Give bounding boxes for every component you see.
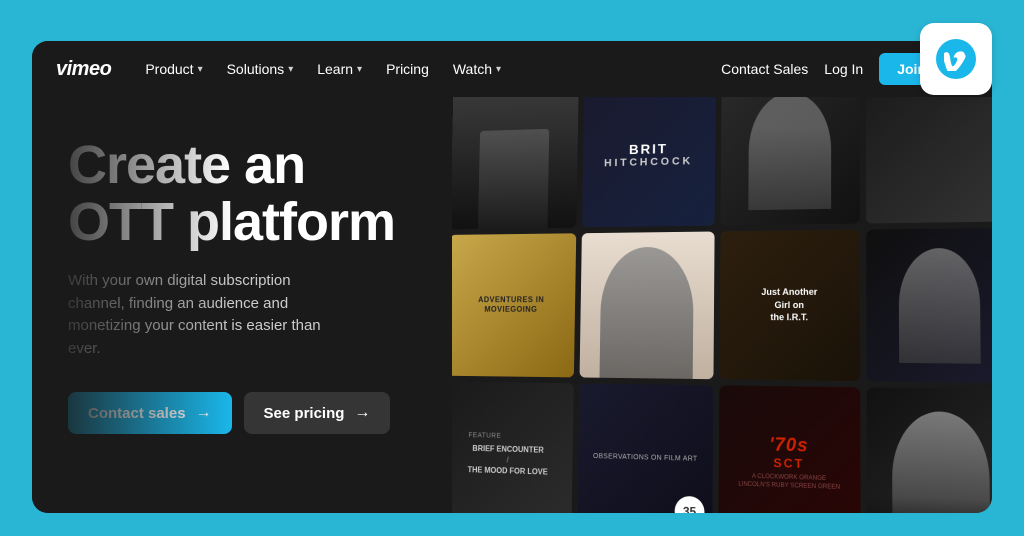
video-tile bbox=[866, 97, 992, 223]
navigation: vimeo Product ▾ Solutions ▾ Learn ▾ Pric… bbox=[32, 41, 992, 97]
arrow-icon: → bbox=[354, 404, 370, 422]
chevron-down-icon: ▾ bbox=[288, 64, 293, 75]
tile-text-brief: BRIEF ENCOUNTER/THE MOOD FOR LOVE bbox=[468, 443, 549, 478]
video-tile bbox=[867, 387, 992, 513]
tile-text-adventures: ADVENTURES IN MOVIEGOING bbox=[457, 295, 566, 315]
video-tile: ADVENTURES IN MOVIEGOING bbox=[452, 233, 576, 377]
nav-logo[interactable]: vimeo bbox=[56, 58, 111, 81]
video-tile: FEATURE BRIEF ENCOUNTER/THE MOOD FOR LOV… bbox=[452, 381, 574, 513]
video-tile: '70s SCT A CLOCKWORK ORANGELINCOLN'S RUB… bbox=[718, 385, 860, 513]
nav-item-pricing[interactable]: Pricing bbox=[376, 55, 439, 83]
video-grid-container: BRIT HITCHCOCK bbox=[452, 97, 992, 513]
main-card: vimeo Product ▾ Solutions ▾ Learn ▾ Pric… bbox=[32, 41, 992, 513]
login-link[interactable]: Log In bbox=[824, 61, 863, 77]
vimeo-badge bbox=[920, 23, 992, 95]
vimeo-logo-icon bbox=[936, 39, 976, 79]
chevron-down-icon: ▾ bbox=[496, 64, 501, 75]
tile-label-feature: FEATURE bbox=[468, 432, 548, 441]
video-grid: BRIT HITCHCOCK bbox=[452, 97, 992, 513]
video-tile: OBSERVATIONS ON FILM ART 35 bbox=[577, 383, 713, 513]
nav-items: Product ▾ Solutions ▾ Learn ▾ Pricing Wa… bbox=[135, 55, 721, 83]
nav-item-solutions[interactable]: Solutions ▾ bbox=[217, 55, 304, 83]
video-tile bbox=[721, 97, 860, 225]
video-tile bbox=[452, 97, 579, 229]
video-tile bbox=[580, 231, 715, 379]
nav-item-product[interactable]: Product ▾ bbox=[135, 55, 212, 83]
nav-item-watch[interactable]: Watch ▾ bbox=[443, 55, 511, 83]
video-tile: Just AnotherGirl onthe I.R.T. bbox=[719, 230, 860, 382]
tile-badge-35: 35 bbox=[674, 496, 704, 513]
contact-sales-link[interactable]: Contact Sales bbox=[721, 61, 808, 77]
gradient-overlay bbox=[32, 97, 232, 513]
chevron-down-icon: ▾ bbox=[357, 64, 362, 75]
hero-section: Create an OTT platform With your own dig… bbox=[32, 97, 992, 513]
tile-text-sct-sub: A CLOCKWORK ORANGELINCOLN'S RUBY SCREEN … bbox=[738, 473, 840, 492]
video-tile bbox=[866, 228, 992, 384]
nav-item-learn[interactable]: Learn ▾ bbox=[307, 55, 372, 83]
chevron-down-icon: ▾ bbox=[198, 64, 203, 75]
tile-text-girl: Just AnotherGirl onthe I.R.T. bbox=[761, 286, 817, 324]
tile-text-sct: SCT bbox=[773, 455, 804, 470]
video-tile: BRIT HITCHCOCK bbox=[582, 97, 716, 227]
tile-text-seventies: '70s bbox=[769, 434, 808, 457]
tile-text-observations: OBSERVATIONS ON FILM ART bbox=[593, 452, 698, 465]
see-pricing-button[interactable]: See pricing → bbox=[244, 392, 391, 434]
